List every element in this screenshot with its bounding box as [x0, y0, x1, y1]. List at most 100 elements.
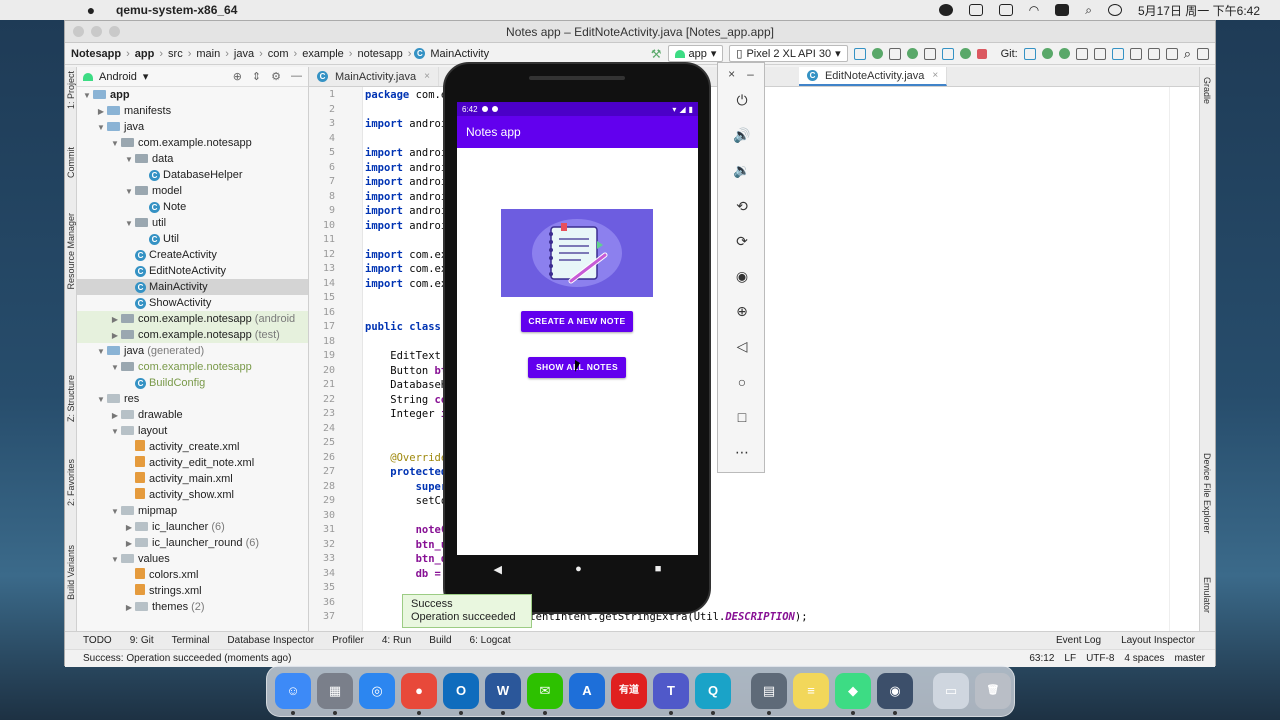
collapsed-arrow-icon[interactable]: ▶: [109, 312, 121, 328]
dock-app-android-studio-icon[interactable]: ◆: [835, 673, 871, 715]
layout-inspector-tool-tab[interactable]: Layout Inspector: [1121, 635, 1195, 646]
apply-code-changes-icon[interactable]: [888, 47, 901, 60]
expanded-arrow-icon[interactable]: ▼: [95, 120, 107, 136]
expanded-arrow-icon[interactable]: ▼: [109, 424, 121, 440]
menubar-clock[interactable]: 5月17日 周一 下午6:42: [1138, 2, 1260, 19]
device-select[interactable]: ▯ Pixel 2 XL API 30 ▾: [729, 45, 848, 62]
tree-item-values[interactable]: ▼ values: [77, 551, 308, 567]
dock-app-safari-icon[interactable]: ◎: [359, 673, 395, 709]
zoom-icon[interactable]: ⊕: [733, 302, 751, 320]
volume-up-icon[interactable]: 🔊: [733, 126, 751, 144]
editor-tab-mainactivity-java[interactable]: C MainActivity.java ×: [309, 67, 439, 86]
gear-icon[interactable]: ⚙: [271, 70, 281, 83]
active-app-name[interactable]: qemu-system-x86_64: [116, 3, 237, 17]
search-icon[interactable]: ⌕: [1184, 46, 1191, 62]
caret-position[interactable]: 63:12: [1029, 653, 1054, 664]
tree-item-editnoteactivity[interactable]: C EditNoteActivity: [77, 263, 308, 279]
bottom-tool-tab-profiler[interactable]: Profiler: [332, 635, 364, 646]
close-tab-icon[interactable]: ×: [932, 70, 938, 81]
hide-panel-icon[interactable]: —: [291, 70, 302, 83]
device-file-explorer-tool-tab[interactable]: Device File Explorer: [1202, 453, 1212, 534]
rotate-right-icon[interactable]: ⟳: [733, 232, 751, 250]
dock-app-preview-icon[interactable]: ▤: [751, 673, 787, 715]
spotlight-search-icon[interactable]: ⌕: [1085, 3, 1092, 18]
dock-app-wechat-icon[interactable]: ✉: [527, 673, 563, 715]
dock-app-outlook-icon[interactable]: O: [443, 673, 479, 715]
coverage-icon[interactable]: [923, 47, 936, 60]
tree-item-data[interactable]: ▼ data: [77, 151, 308, 167]
tree-item-util[interactable]: C Util: [77, 231, 308, 247]
bottom-tool-tab-build[interactable]: Build: [429, 635, 451, 646]
input-method-icon[interactable]: [1055, 4, 1070, 16]
screen-icon[interactable]: [968, 4, 983, 16]
tree-item-note[interactable]: C Note: [77, 199, 308, 215]
breadcrumb-main[interactable]: main: [194, 48, 222, 60]
overview-icon[interactable]: ■: [655, 563, 662, 575]
apply-changes-icon[interactable]: [871, 48, 883, 59]
tree-item-ic-launcher[interactable]: ▶ ic_launcher (6): [77, 519, 308, 535]
collapsed-arrow-icon[interactable]: ▶: [109, 328, 121, 344]
back-icon[interactable]: ◀: [494, 563, 502, 576]
expanded-arrow-icon[interactable]: ▼: [95, 392, 107, 408]
expanded-arrow-icon[interactable]: ▼: [123, 184, 135, 200]
debug-icon[interactable]: [906, 48, 918, 59]
tree-item-activity-main-xml[interactable]: activity_main.xml: [77, 471, 308, 487]
favorites-tool-tab[interactable]: 2: Favorites: [66, 459, 76, 506]
power-icon[interactable]: ⏻: [733, 91, 751, 109]
rollback-icon[interactable]: [1093, 47, 1106, 60]
tree-item-strings-xml[interactable]: strings.xml: [77, 583, 308, 599]
event-log-tool-tab[interactable]: Event Log: [1056, 635, 1101, 646]
project-view-select[interactable]: Android: [99, 71, 137, 83]
breadcrumb-app[interactable]: app: [133, 48, 157, 60]
settings-icon[interactable]: [1197, 47, 1209, 60]
collapsed-arrow-icon[interactable]: ▶: [95, 104, 107, 120]
tree-item-showactivity[interactable]: C ShowActivity: [77, 295, 308, 311]
battery-icon[interactable]: [998, 4, 1013, 16]
dock-app-stickies-icon[interactable]: ≡: [793, 673, 829, 709]
sdk-manager-icon[interactable]: [1147, 47, 1160, 60]
control-center-icon[interactable]: [1107, 4, 1122, 16]
wifi-icon[interactable]: ◠: [1029, 3, 1039, 17]
collapsed-arrow-icon[interactable]: ▶: [123, 600, 135, 616]
device-screen[interactable]: 6:42 ▾ ◢ ▮ Notes app CREATE A NEW NOTE S…: [457, 102, 698, 555]
bottom-tool-tab-4-run[interactable]: 4: Run: [382, 635, 411, 646]
more-icon[interactable]: ⋯: [733, 443, 751, 461]
dock-app-teams-icon[interactable]: T: [653, 673, 689, 715]
tree-item-com-example-notesapp[interactable]: ▼ com.example.notesapp: [77, 135, 308, 151]
tree-item-ic-launcher-round[interactable]: ▶ ic_launcher_round (6): [77, 535, 308, 551]
breadcrumb-java[interactable]: java: [232, 48, 256, 60]
dock-app-trash-icon[interactable]: 🗑: [975, 673, 1011, 709]
dock-app-xcode-icon[interactable]: A: [569, 673, 605, 709]
back-icon[interactable]: ◁: [733, 337, 751, 355]
bottom-tool-tab-database-inspector[interactable]: Database Inspector: [227, 635, 314, 646]
breadcrumb-notesapp[interactable]: notesapp: [355, 48, 404, 60]
expanded-arrow-icon[interactable]: ▼: [123, 216, 135, 232]
tree-item-res[interactable]: ▼ res: [77, 391, 308, 407]
tree-item-createactivity[interactable]: C CreateActivity: [77, 247, 308, 263]
build-variants-tool-tab[interactable]: Build Variants: [66, 545, 76, 600]
tree-item-activity-create-xml[interactable]: activity_create.xml: [77, 439, 308, 455]
dock-app-finder-icon[interactable]: ☺: [275, 673, 311, 715]
file-encoding[interactable]: UTF-8: [1086, 653, 1114, 664]
tree-item-drawable[interactable]: ▶ drawable: [77, 407, 308, 423]
close-window-button[interactable]: [73, 26, 84, 37]
home-icon[interactable]: ○: [733, 373, 751, 391]
bottom-tool-tab-terminal[interactable]: Terminal: [172, 635, 210, 646]
locate-icon[interactable]: ⊕: [233, 70, 242, 83]
tree-item-model[interactable]: ▼ model: [77, 183, 308, 199]
project-tool-tab[interactable]: 1: Project: [66, 71, 76, 109]
tree-item-databasehelper[interactable]: C DatabaseHelper: [77, 167, 308, 183]
expanded-arrow-icon[interactable]: ▼: [109, 360, 121, 376]
expanded-arrow-icon[interactable]: ▼: [109, 552, 121, 568]
collapsed-arrow-icon[interactable]: ▶: [123, 520, 135, 536]
dock-app-chrome-icon[interactable]: ●: [401, 673, 437, 715]
build-success-toast[interactable]: Success Operation succeeded: [402, 594, 532, 628]
tree-item-buildconfig[interactable]: C BuildConfig: [77, 375, 308, 391]
rotate-left-icon[interactable]: ⟲: [733, 197, 751, 215]
collapsed-arrow-icon[interactable]: ▶: [109, 408, 121, 424]
attach-debugger-icon[interactable]: [959, 48, 971, 59]
rerun-icon[interactable]: [853, 47, 866, 60]
tree-item-com-example-notesapp[interactable]: ▶ com.example.notesapp (android: [77, 311, 308, 327]
apple-menu-icon[interactable]: ●: [76, 2, 106, 18]
tree-item-layout[interactable]: ▼ layout: [77, 423, 308, 439]
